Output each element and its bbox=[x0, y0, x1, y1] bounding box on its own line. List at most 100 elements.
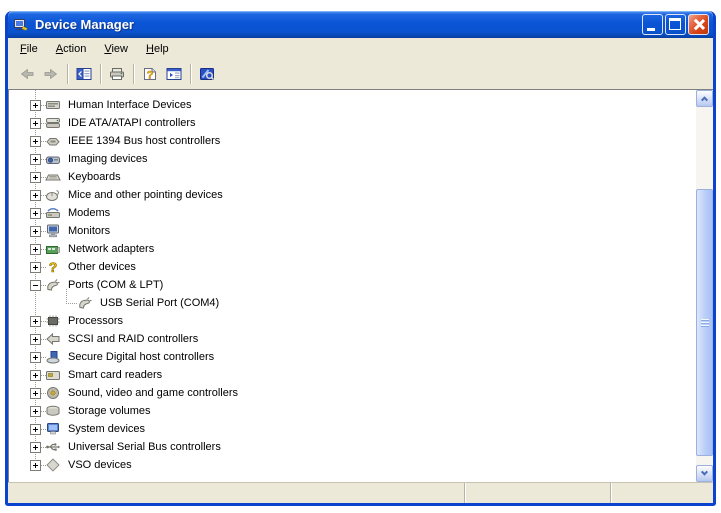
tree-item[interactable]: USB Serial Port (COM4) bbox=[9, 294, 696, 312]
scan-hardware-icon bbox=[199, 67, 215, 81]
expand-toggle-icon[interactable] bbox=[30, 334, 41, 345]
collapse-toggle-icon[interactable] bbox=[30, 280, 41, 291]
expand-toggle-icon[interactable] bbox=[30, 352, 41, 363]
tree-item[interactable]: Secure Digital host controllers bbox=[9, 348, 696, 366]
tree-item-label[interactable]: Modems bbox=[66, 206, 112, 220]
close-button[interactable] bbox=[688, 14, 709, 35]
tree-item[interactable]: Smart card readers bbox=[9, 366, 696, 384]
scroll-up-button[interactable] bbox=[696, 90, 713, 107]
tree-item-label[interactable]: Monitors bbox=[66, 224, 112, 238]
storage-volume-icon bbox=[45, 404, 61, 418]
chevron-up-icon bbox=[701, 96, 708, 103]
tree-item[interactable]: Imaging devices bbox=[9, 150, 696, 168]
expand-toggle-icon[interactable] bbox=[30, 406, 41, 417]
minimize-button[interactable] bbox=[642, 14, 663, 35]
tree-item[interactable]: IDE ATA/ATAPI controllers bbox=[9, 114, 696, 132]
expand-toggle-icon[interactable] bbox=[30, 442, 41, 453]
tree-item-label[interactable]: Smart card readers bbox=[66, 368, 164, 382]
scan-hardware-button[interactable] bbox=[195, 63, 219, 85]
tree-connector-line bbox=[66, 289, 67, 303]
expand-toggle-icon[interactable] bbox=[30, 154, 41, 165]
expand-toggle-icon[interactable] bbox=[30, 316, 41, 327]
tree-item[interactable]: Mice and other pointing devices bbox=[9, 186, 696, 204]
tree-item[interactable]: Modems bbox=[9, 204, 696, 222]
titlebar[interactable]: Device Manager bbox=[8, 11, 713, 38]
tree-item-label[interactable]: SCSI and RAID controllers bbox=[66, 332, 200, 346]
serial-port-icon bbox=[45, 278, 61, 292]
tree-item[interactable]: Monitors bbox=[9, 222, 696, 240]
tree-item-label[interactable]: Keyboards bbox=[66, 170, 123, 184]
tree-item[interactable]: IEEE 1394 Bus host controllers bbox=[9, 132, 696, 150]
expand-toggle-icon[interactable] bbox=[30, 208, 41, 219]
tree-item-label[interactable]: IEEE 1394 Bus host controllers bbox=[66, 134, 222, 148]
expand-toggle-icon[interactable] bbox=[30, 262, 41, 273]
status-panel-1 bbox=[8, 483, 464, 503]
expand-toggle-icon[interactable] bbox=[30, 118, 41, 129]
tree-item-label[interactable]: Ports (COM & LPT) bbox=[66, 278, 165, 292]
tree-item[interactable]: Network adapters bbox=[9, 240, 696, 258]
chevron-down-icon bbox=[701, 469, 708, 476]
device-tree: Human Interface Devices IDE ATA/ATAPI con… bbox=[9, 90, 696, 482]
forward-button[interactable] bbox=[39, 63, 63, 85]
tree-item-label[interactable]: IDE ATA/ATAPI controllers bbox=[66, 116, 198, 130]
expand-toggle-icon[interactable] bbox=[30, 136, 41, 147]
help-icon: ? bbox=[142, 67, 158, 81]
vertical-scrollbar[interactable] bbox=[696, 89, 713, 482]
menu-help[interactable]: Help bbox=[137, 40, 178, 58]
expand-toggle-icon[interactable] bbox=[30, 424, 41, 435]
status-panel-2 bbox=[464, 483, 610, 503]
tree-item-label[interactable]: Other devices bbox=[66, 260, 138, 274]
expand-toggle-icon[interactable] bbox=[30, 172, 41, 183]
tree-item-label[interactable]: Sound, video and game controllers bbox=[66, 386, 240, 400]
tree-item-label[interactable]: Secure Digital host controllers bbox=[66, 350, 216, 364]
expand-toggle-icon[interactable] bbox=[30, 190, 41, 201]
maximize-button[interactable] bbox=[665, 14, 686, 35]
tree-item[interactable]: Processors bbox=[9, 312, 696, 330]
scroll-track[interactable] bbox=[696, 107, 713, 465]
tree-item-label[interactable]: Network adapters bbox=[66, 242, 156, 256]
tree-item[interactable]: SCSI and RAID controllers bbox=[9, 330, 696, 348]
system-device-icon bbox=[45, 422, 61, 436]
tree-item[interactable]: Human Interface Devices bbox=[9, 96, 696, 114]
menu-file[interactable]: File bbox=[11, 40, 47, 58]
minimize-icon bbox=[647, 28, 655, 31]
expand-toggle-icon[interactable] bbox=[30, 370, 41, 381]
show-hide-console-tree-button[interactable] bbox=[72, 63, 96, 85]
tree-item-label[interactable]: Human Interface Devices bbox=[66, 98, 194, 112]
tree-item[interactable]: System devices bbox=[9, 420, 696, 438]
tree-item[interactable]: Storage volumes bbox=[9, 402, 696, 420]
expand-toggle-icon[interactable] bbox=[30, 244, 41, 255]
expand-toggle-icon[interactable] bbox=[30, 460, 41, 471]
scroll-thumb[interactable] bbox=[696, 189, 713, 456]
tree-item-label[interactable]: VSO devices bbox=[66, 458, 134, 472]
tree-item-label[interactable]: Universal Serial Bus controllers bbox=[66, 440, 223, 454]
menu-action[interactable]: Action bbox=[47, 40, 96, 58]
tree-item[interactable]: Ports (COM & LPT) bbox=[9, 276, 696, 294]
tree-item-label[interactable]: Processors bbox=[66, 314, 125, 328]
back-button[interactable] bbox=[15, 63, 39, 85]
print-button[interactable] bbox=[105, 63, 129, 85]
tree-item-label[interactable]: Imaging devices bbox=[66, 152, 150, 166]
tree-item[interactable]: Universal Serial Bus controllers bbox=[9, 438, 696, 456]
vso-device-icon bbox=[45, 458, 61, 472]
status-bar bbox=[8, 482, 713, 503]
properties-panel-button[interactable] bbox=[162, 63, 186, 85]
tree-item[interactable]: Sound, video and game controllers bbox=[9, 384, 696, 402]
printer-icon bbox=[109, 67, 125, 81]
tree-item[interactable]: VSO devices bbox=[9, 456, 696, 474]
tree-item-label[interactable]: USB Serial Port (COM4) bbox=[98, 296, 221, 310]
tree-item-label[interactable]: Storage volumes bbox=[66, 404, 153, 418]
tree-item-label[interactable]: Mice and other pointing devices bbox=[66, 188, 225, 202]
sound-icon bbox=[45, 386, 61, 400]
keyboard-icon bbox=[45, 170, 61, 184]
tree-item-label[interactable]: System devices bbox=[66, 422, 147, 436]
tree-item[interactable]: ?Other devices bbox=[9, 258, 696, 276]
expand-toggle-icon[interactable] bbox=[30, 100, 41, 111]
menu-view[interactable]: View bbox=[95, 40, 137, 58]
help-button[interactable]: ? bbox=[138, 63, 162, 85]
tree-item[interactable]: Keyboards bbox=[9, 168, 696, 186]
expand-toggle-icon[interactable] bbox=[30, 226, 41, 237]
menu-bar: FileActionViewHelp bbox=[8, 38, 713, 59]
scroll-down-button[interactable] bbox=[696, 465, 713, 482]
expand-toggle-icon[interactable] bbox=[30, 388, 41, 399]
